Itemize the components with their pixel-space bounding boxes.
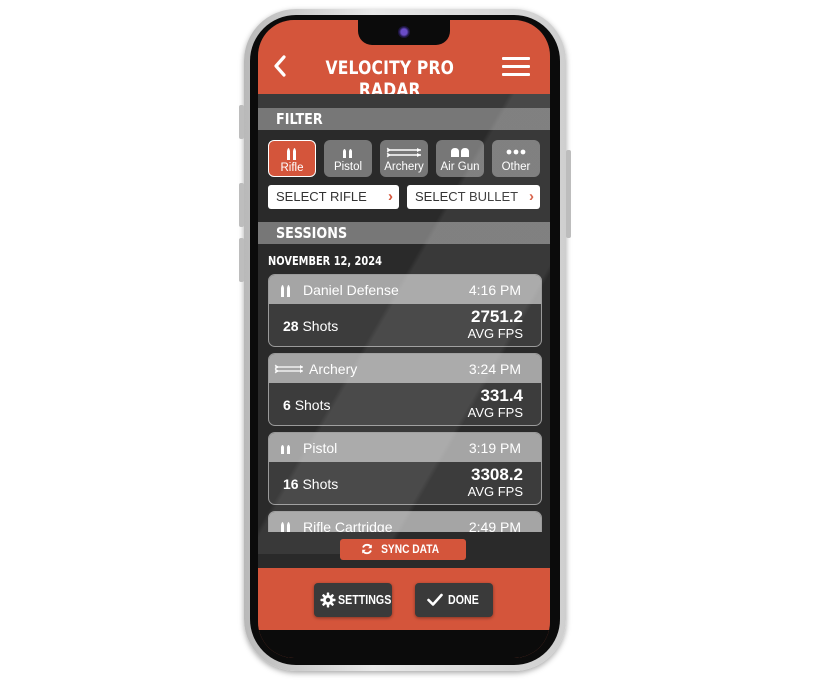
mute-switch bbox=[239, 105, 244, 139]
session-shots: 16 Shots bbox=[283, 476, 338, 492]
avg-fps-value: 3308.2 bbox=[471, 465, 523, 484]
avg-fps-label: AVG FPS bbox=[467, 484, 523, 499]
filter-archery-button[interactable]: Archery bbox=[380, 140, 428, 177]
avg-fps-value: 331.4 bbox=[480, 386, 523, 405]
air-gun-icon bbox=[436, 145, 484, 159]
session-shots: 28 Shots bbox=[283, 318, 338, 334]
notch bbox=[358, 20, 450, 45]
chevron-right-icon: › bbox=[529, 188, 534, 205]
select-rifle-dropdown[interactable]: SELECT RIFLE › bbox=[268, 185, 399, 209]
done-button[interactable]: DONE bbox=[415, 583, 493, 617]
session-name: Daniel Defense bbox=[303, 282, 399, 298]
filter-pistol-label: Pistol bbox=[333, 161, 363, 173]
sync-icon bbox=[362, 543, 373, 555]
sessions-title: SESSIONS bbox=[276, 224, 348, 242]
filter-pistol-button[interactable]: Pistol bbox=[324, 140, 372, 177]
session-card[interactable]: Archery 3:24 PM 6 Shots 331.4 AVG FPS bbox=[268, 353, 542, 426]
filter-air-gun-button[interactable]: Air Gun bbox=[436, 140, 484, 177]
avg-fps-value: 2751.2 bbox=[471, 307, 523, 326]
filter-rifle-button[interactable]: Rifle bbox=[268, 140, 316, 177]
session-card[interactable]: Pistol 3:19 PM 16 Shots 3308.2 AVG FPS bbox=[268, 432, 542, 505]
session-fps: 3308.2 AVG FPS bbox=[467, 465, 523, 500]
hamburger-menu-icon[interactable] bbox=[502, 57, 530, 77]
session-name: Archery bbox=[309, 361, 358, 377]
sync-data-label: SYNC DATA bbox=[381, 542, 440, 556]
filter-other-button[interactable]: Other bbox=[492, 140, 540, 177]
archery-icon bbox=[274, 364, 303, 374]
avg-fps-label: AVG FPS bbox=[467, 326, 523, 341]
filter-other-label: Other bbox=[501, 161, 531, 173]
power-button bbox=[566, 150, 571, 238]
session-date-label: NOVEMBER 12, 2024 bbox=[268, 254, 382, 268]
done-label: DONE bbox=[448, 592, 479, 607]
settings-button[interactable]: SETTINGS bbox=[314, 583, 392, 617]
header-divider bbox=[258, 94, 550, 108]
filter-archery-label: Archery bbox=[384, 161, 424, 173]
session-card-body: 28 Shots 2751.2 AVG FPS bbox=[269, 304, 541, 346]
shots-label: Shots bbox=[302, 476, 339, 492]
app-screen: VELOCITY PRO RADAR FILTER Rifle Pistol A… bbox=[258, 20, 550, 658]
shots-label: Shots bbox=[294, 397, 331, 413]
home-indicator-area bbox=[258, 630, 550, 658]
session-fps: 331.4 AVG FPS bbox=[467, 386, 523, 421]
filter-title: FILTER bbox=[276, 110, 323, 128]
select-bullet-dropdown[interactable]: SELECT BULLET › bbox=[407, 185, 540, 209]
session-card[interactable]: Daniel Defense 4:16 PM 28 Shots 2751.2 A… bbox=[268, 274, 542, 347]
filter-air-gun-label: Air Gun bbox=[440, 161, 480, 173]
shots-count: 28 bbox=[283, 318, 299, 334]
archery-icon bbox=[380, 145, 428, 159]
filter-section-header: FILTER bbox=[258, 108, 550, 130]
select-bullet-label: SELECT BULLET bbox=[415, 189, 519, 204]
filter-type-row: Rifle Pistol Archery Air Gun Other bbox=[268, 140, 540, 178]
session-card-header: Pistol 3:19 PM bbox=[269, 433, 541, 462]
session-card[interactable]: Rifle Cartridge 2:49 PM bbox=[268, 511, 542, 532]
session-fps: 2751.2 AVG FPS bbox=[467, 307, 523, 342]
checkmark-icon bbox=[427, 593, 443, 606]
shots-count: 6 bbox=[283, 397, 291, 413]
sync-data-button[interactable]: SYNC DATA bbox=[340, 539, 466, 560]
session-time: 3:24 PM bbox=[468, 361, 521, 377]
session-shots: 6 Shots bbox=[283, 397, 331, 413]
sessions-list[interactable]: Daniel Defense 4:16 PM 28 Shots 2751.2 A… bbox=[258, 272, 550, 532]
sessions-section-header: SESSIONS bbox=[258, 222, 550, 244]
shots-label: Shots bbox=[302, 318, 339, 334]
filter-rifle-label: Rifle bbox=[280, 162, 304, 174]
back-arrow-icon[interactable] bbox=[272, 54, 288, 78]
session-card-body: 16 Shots 3308.2 AVG FPS bbox=[269, 462, 541, 504]
rifle-icon bbox=[269, 146, 315, 160]
session-time: 3:19 PM bbox=[468, 440, 521, 456]
select-rifle-label: SELECT RIFLE bbox=[276, 189, 367, 204]
avg-fps-label: AVG FPS bbox=[467, 405, 523, 420]
volume-down-button bbox=[239, 238, 244, 282]
shots-count: 16 bbox=[283, 476, 299, 492]
session-card-header: Daniel Defense 4:16 PM bbox=[269, 275, 541, 304]
session-card-header: Archery 3:24 PM bbox=[269, 354, 541, 383]
session-time: 4:16 PM bbox=[468, 282, 521, 298]
pistol-icon bbox=[324, 145, 372, 159]
session-card-header: Rifle Cartridge 2:49 PM bbox=[269, 512, 541, 532]
gear-icon bbox=[320, 592, 336, 608]
session-time: 2:49 PM bbox=[468, 519, 521, 532]
settings-label: SETTINGS bbox=[338, 592, 392, 607]
camera-icon bbox=[398, 26, 410, 38]
session-name: Pistol bbox=[303, 440, 338, 456]
volume-up-button bbox=[239, 183, 244, 227]
chevron-right-icon: › bbox=[388, 188, 393, 205]
session-name: Rifle Cartridge bbox=[303, 519, 393, 532]
session-card-body: 6 Shots 331.4 AVG FPS bbox=[269, 383, 541, 425]
more-icon bbox=[492, 145, 540, 159]
